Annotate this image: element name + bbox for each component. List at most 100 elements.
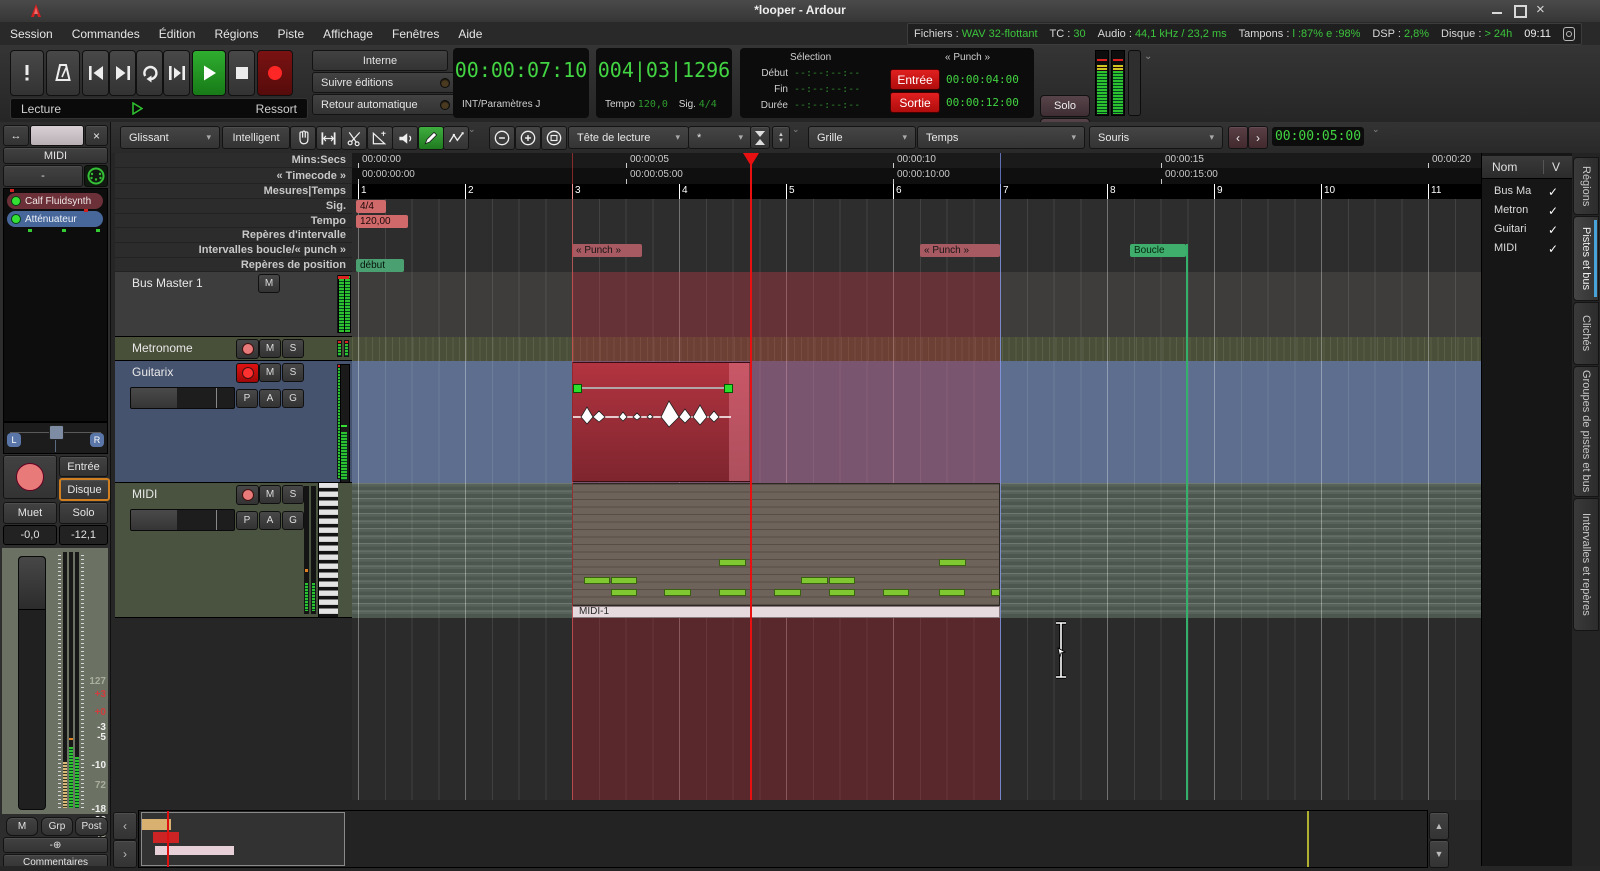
menu-fenêtres[interactable]: Fenêtres: [392, 27, 439, 41]
ruler-row[interactable]: [352, 199, 1481, 215]
grid-select[interactable]: Grille: [808, 126, 916, 149]
monitor-icon[interactable]: [1563, 27, 1575, 41]
track-mute-button[interactable]: M: [259, 485, 281, 504]
midi-note[interactable]: [829, 577, 855, 584]
ruler-label-7[interactable]: Intervalles boucle/« punch »: [115, 243, 352, 258]
ruler-label-1[interactable]: Mins:Secs: [115, 153, 352, 168]
midi-scroomer-keyboard[interactable]: [318, 483, 338, 617]
menu-commandes[interactable]: Commandes: [72, 27, 140, 41]
transport-option-follow-edits[interactable]: Suivre éditions: [312, 72, 456, 93]
track-name[interactable]: MIDI: [132, 487, 157, 501]
track-list-row[interactable]: MIDI✓: [1482, 240, 1574, 259]
midi-note[interactable]: [584, 577, 610, 584]
pan-handle[interactable]: [49, 425, 64, 440]
metering-point-button[interactable]: M: [6, 817, 38, 836]
track-list-row[interactable]: Guitari✓: [1482, 221, 1574, 240]
midi-region[interactable]: [572, 483, 1000, 606]
nudge-back-button[interactable]: ‹: [1228, 126, 1248, 149]
playhead[interactable]: [750, 153, 752, 800]
tool-range-button[interactable]: [316, 126, 342, 150]
ruler-label-3[interactable]: Mesures|Temps: [115, 184, 352, 199]
punch-in-button[interactable]: Entrée: [890, 69, 940, 90]
track-header-metronome[interactable]: Metronome MS: [115, 337, 352, 361]
midi-note[interactable]: [939, 559, 966, 566]
tool-cut-button[interactable]: [341, 126, 367, 150]
processor-led-icon[interactable]: [11, 214, 21, 224]
record-button[interactable]: [257, 50, 293, 96]
midi-note[interactable]: [664, 589, 691, 596]
track-name[interactable]: Metronome: [132, 341, 193, 355]
gain-display[interactable]: -0,0: [3, 525, 57, 545]
tab-clich-s[interactable]: Clichés: [1573, 302, 1599, 365]
ruler-label-8[interactable]: Repères de position: [115, 258, 352, 272]
group-button[interactable]: Grp: [41, 817, 73, 836]
menu-affichage[interactable]: Affichage: [323, 27, 373, 41]
chevron-down-icon[interactable]: ⌄: [792, 124, 800, 135]
zoom-in-button[interactable]: [515, 126, 541, 150]
track-group-button[interactable]: G: [282, 511, 304, 530]
track-gain-fader[interactable]: [130, 509, 235, 531]
midi-region-name-strip[interactable]: MIDI-1: [572, 606, 1000, 618]
track-rec-button[interactable]: [236, 485, 259, 505]
ruler-label-4[interactable]: Sig.: [115, 199, 352, 214]
visible-checkbox[interactable]: ✓: [1548, 223, 1558, 237]
ruler-label-2[interactable]: « Timecode »: [115, 168, 352, 184]
gain-handle[interactable]: [573, 384, 582, 393]
ruler-label-5[interactable]: Tempo: [115, 214, 352, 228]
loop-marker[interactable]: Boucle: [1130, 244, 1186, 257]
punch-in-marker[interactable]: « Punch »: [572, 244, 642, 257]
tab-pistes-et-bus[interactable]: Pistes et bus: [1573, 216, 1599, 301]
tool-draw-button[interactable]: [418, 126, 444, 150]
ruler-row[interactable]: [352, 258, 1481, 273]
punch-out-marker[interactable]: « Punch »: [920, 244, 1000, 257]
disk-button[interactable]: Disque: [59, 478, 110, 501]
column-visible[interactable]: V: [1543, 160, 1560, 174]
nudge-clock[interactable]: 00:00:05:00: [1272, 127, 1364, 146]
menu-piste[interactable]: Piste: [277, 27, 304, 41]
guitarix-recording-region[interactable]: [572, 362, 750, 482]
stop-button[interactable]: [228, 50, 255, 96]
strip-output-button[interactable]: -: [3, 165, 83, 187]
track-automation-button[interactable]: A: [259, 511, 281, 530]
midi-note[interactable]: [883, 589, 909, 596]
monitor-solo-button[interactable]: Solo: [1040, 95, 1090, 117]
tool-grab-button[interactable]: [290, 126, 316, 150]
menu-édition[interactable]: Édition: [159, 27, 196, 41]
midi-note[interactable]: [829, 589, 855, 596]
tempo-marker[interactable]: 120,00: [356, 215, 408, 228]
midi-note[interactable]: [719, 589, 746, 596]
zoom-fit-button[interactable]: [541, 126, 567, 150]
mute-button[interactable]: Muet: [3, 502, 57, 524]
track-mute-button[interactable]: M: [259, 339, 281, 358]
track-height-spinner[interactable]: ▲▼: [772, 126, 790, 149]
midi-note[interactable]: [939, 589, 965, 596]
edit-point-select[interactable]: Souris: [1089, 126, 1223, 149]
start-marker[interactable]: début: [356, 259, 404, 272]
sig-marker[interactable]: 4/4: [356, 200, 386, 213]
solo-button[interactable]: Solo: [59, 502, 108, 524]
track-solo-button[interactable]: S: [282, 339, 304, 358]
tab-intervalles-et-rep-res[interactable]: Intervalles et repères: [1573, 498, 1599, 631]
track-playlist-button[interactable]: P: [236, 389, 258, 408]
summary-scroll-left-button[interactable]: ‹: [113, 812, 137, 840]
snap-mode-select[interactable]: Glissant: [120, 126, 220, 149]
summary-scroll-up-button[interactable]: ▲: [1429, 812, 1449, 840]
midi-note[interactable]: [611, 577, 637, 584]
track-header-midi[interactable]: MIDIMSPAG: [115, 483, 352, 618]
midi-note[interactable]: [719, 559, 746, 566]
track-playlist-button[interactable]: P: [236, 511, 258, 530]
track-list-row[interactable]: Metron✓: [1482, 202, 1574, 221]
play-selection-button[interactable]: [163, 50, 190, 96]
transport-option-auto-return[interactable]: Retour automatique: [312, 94, 456, 115]
tool-stretch-button[interactable]: [367, 126, 393, 150]
ruler-row[interactable]: [352, 228, 1481, 244]
close-button[interactable]: ×: [1536, 1, 1545, 18]
tool-edit-internal-button[interactable]: [443, 126, 469, 150]
summary-scroll-down-button[interactable]: ▼: [1429, 840, 1449, 868]
master-gain-slider[interactable]: [1128, 50, 1141, 116]
track-automation-button[interactable]: A: [259, 389, 281, 408]
midi-panic-button[interactable]: [10, 50, 44, 96]
track-header-guitarix[interactable]: GuitarixMSPAG: [115, 361, 352, 483]
pan-widget[interactable]: L R: [3, 422, 108, 454]
ruler-row[interactable]: [352, 243, 1481, 259]
